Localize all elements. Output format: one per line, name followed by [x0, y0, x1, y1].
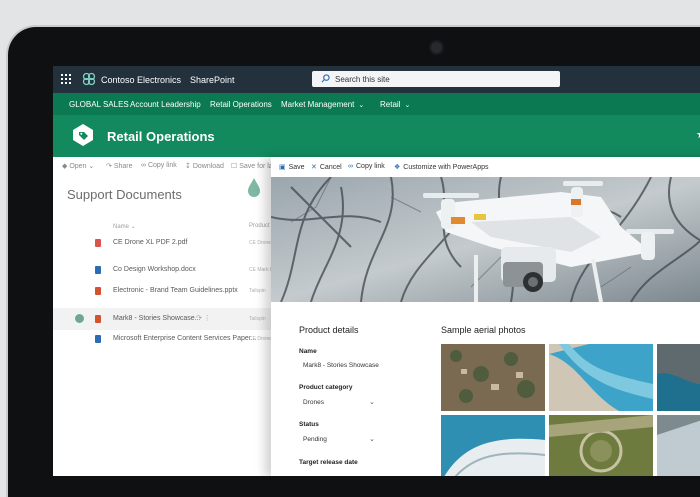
- search-input[interactable]: Search this site: [312, 71, 560, 87]
- chevron-down-icon: ⌄: [404, 102, 411, 109]
- status-label: Status: [299, 421, 319, 428]
- search-placeholder: Search this site: [335, 75, 390, 84]
- copy-link-button[interactable]: ∞ Copy link: [348, 163, 385, 170]
- hub-nav-item[interactable]: Retail ⌄: [380, 100, 410, 109]
- drone-hero-image: [271, 177, 700, 302]
- suite-bar: Contoso Electronics SharePoint Search th…: [53, 66, 700, 93]
- file-product: Tailspin: [249, 316, 266, 322]
- row-actions-icon[interactable]: ↷ ⋮: [196, 314, 211, 322]
- target-release-date-label: Target release date: [299, 459, 358, 466]
- app-launcher-icon[interactable]: [61, 74, 71, 84]
- hub-nav-item[interactable]: Retail Operations: [210, 100, 272, 109]
- drop-icon: [248, 178, 260, 197]
- file-name: Microsoft Enterprise Content Services Pa…: [113, 335, 257, 342]
- chevron-down-icon[interactable]: ⌄: [369, 398, 375, 406]
- hub-nav-item[interactable]: Market Management ⌄: [281, 100, 364, 109]
- hub-navigation: GLOBAL SALES Account Leadership Retail O…: [53, 93, 700, 115]
- library-title: Support Documents: [67, 187, 182, 202]
- word-file-icon: [95, 335, 101, 343]
- panel-toolbar: ▣ Save ✕ Cancel ∞ Copy link ❖ Customize with…: [271, 157, 700, 177]
- link-icon: ∞: [348, 163, 353, 170]
- chevron-down-icon: ⌄: [358, 102, 365, 109]
- save-for-later-command[interactable]: ☐ Save for la: [231, 162, 273, 170]
- aerial-photo-thumbnail[interactable]: [549, 344, 653, 411]
- contoso-logo-icon: [82, 72, 96, 86]
- download-command[interactable]: ↧ Download: [185, 162, 224, 170]
- aerial-photo-thumbnail[interactable]: [441, 344, 545, 411]
- hub-nav-item[interactable]: GLOBAL SALES: [69, 100, 129, 109]
- file-product: CE Drone: [249, 336, 271, 342]
- file-row[interactable]: Microsoft Enterprise Content Services Pa…: [53, 328, 273, 350]
- product-details-heading: Product details: [299, 325, 359, 335]
- name-label: Name: [299, 348, 317, 355]
- column-header-product[interactable]: Product: [249, 223, 270, 229]
- site-tag-logo-icon[interactable]: [71, 123, 95, 147]
- word-file-icon: [95, 266, 101, 274]
- cancel-button[interactable]: ✕ Cancel: [311, 163, 342, 171]
- file-product: Tailspin: [249, 288, 266, 294]
- chevron-down-icon[interactable]: ⌄: [369, 435, 375, 443]
- cancel-icon: ✕: [311, 164, 317, 171]
- row-check-icon[interactable]: [75, 314, 84, 323]
- file-row[interactable]: Electronic - Brand Team Guidelines.pptx …: [53, 280, 273, 302]
- customize-powerapps-button[interactable]: ❖ Customize with PowerApps: [394, 163, 488, 171]
- library-command-bar: ◆ Open ⌄ ↷ Share ∞ Copy link ↧ Download …: [53, 157, 273, 175]
- copy-link-command[interactable]: ∞ Copy link: [141, 162, 177, 169]
- status-dropdown[interactable]: Pending: [303, 436, 327, 443]
- share-command[interactable]: ↷ Share: [106, 162, 133, 170]
- name-field[interactable]: Mark8 - Stories Showcase: [303, 362, 379, 369]
- gallery-title: Sample aerial photos: [441, 325, 526, 335]
- powerpoint-file-icon: [95, 315, 101, 323]
- product-category-label: Product category: [299, 384, 353, 391]
- camera-icon: [431, 42, 442, 53]
- item-form-panel: ▣ Save ✕ Cancel ∞ Copy link ❖ Customize with…: [271, 157, 700, 476]
- save-button[interactable]: ▣ Save: [279, 163, 305, 171]
- site-title[interactable]: Retail Operations: [107, 129, 215, 144]
- file-name: Electronic - Brand Team Guidelines.pptx: [113, 287, 238, 294]
- save-icon: ▣: [279, 164, 286, 171]
- open-command[interactable]: ◆ Open ⌄: [62, 162, 94, 170]
- follow-star-icon[interactable]: ★: [696, 128, 700, 141]
- powerapps-icon: ❖: [394, 164, 401, 171]
- site-header: Retail Operations ★: [53, 115, 700, 157]
- file-row[interactable]: Co Design Workshop.docx CE Mark 8: [53, 259, 273, 281]
- pdf-file-icon: [95, 239, 101, 247]
- hub-nav-item[interactable]: Account Leadership: [130, 100, 201, 109]
- file-name: CE Drone XL PDF 2.pdf: [113, 239, 188, 246]
- product-category-dropdown[interactable]: Drones: [303, 399, 324, 406]
- org-name[interactable]: Contoso Electronics: [101, 75, 181, 85]
- file-name: Co Design Workshop.docx: [113, 266, 196, 273]
- powerpoint-file-icon: [95, 287, 101, 295]
- app-name[interactable]: SharePoint: [190, 75, 235, 85]
- column-header-name[interactable]: Name ⌄: [113, 223, 136, 230]
- file-row[interactable]: CE Drone XL PDF 2.pdf CE Drone XL: [53, 232, 278, 254]
- aerial-photo-thumbnail[interactable]: [657, 344, 700, 411]
- file-name: Mark8 - Stories Showcase...: [113, 315, 201, 322]
- file-product: CE Mark 8: [249, 267, 273, 273]
- search-icon: [321, 74, 330, 83]
- file-row-selected[interactable]: Mark8 - Stories Showcase... ↷ ⋮ Tailspin: [53, 308, 273, 330]
- sharepoint-screen: Contoso Electronics SharePoint Search th…: [53, 66, 700, 476]
